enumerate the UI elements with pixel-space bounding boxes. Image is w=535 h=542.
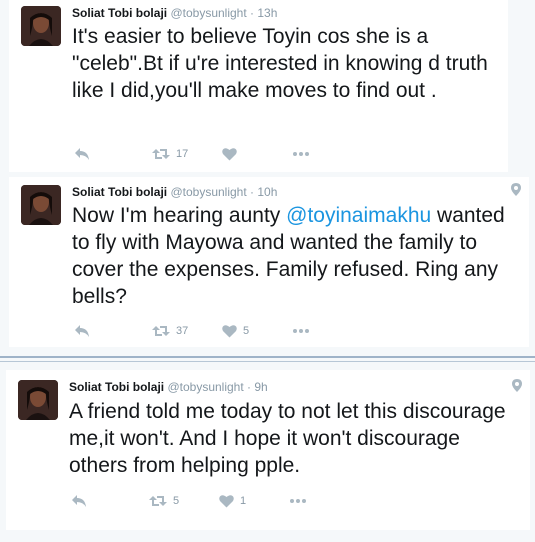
tweet-timestamp[interactable]: 9h xyxy=(254,380,267,394)
conversation-divider xyxy=(0,361,535,362)
like-button[interactable] xyxy=(222,146,237,162)
tweet[interactable]: Soliat Tobi bolaji @tobysunlight · 10h N… xyxy=(9,177,529,347)
avatar[interactable] xyxy=(21,6,61,46)
like-button[interactable]: 5 xyxy=(222,323,249,339)
more-icon xyxy=(293,152,309,156)
author-handle[interactable]: @tobysunlight xyxy=(170,185,246,199)
tweet-text: It's easier to believe Toyin cos she is … xyxy=(72,25,488,102)
more-icon xyxy=(293,329,309,333)
tweet-actions: 37 5 xyxy=(72,323,332,339)
tweet-timestamp[interactable]: 10h xyxy=(257,185,277,199)
reply-icon xyxy=(72,495,86,507)
like-count: 5 xyxy=(243,325,250,337)
tweet-header: Soliat Tobi bolaji @tobysunlight · 10h xyxy=(72,185,277,199)
more-button[interactable] xyxy=(293,146,309,162)
like-icon xyxy=(219,495,234,508)
time-separator: · xyxy=(246,185,258,199)
time-separator: · xyxy=(246,6,258,20)
tweet-text: Now I'm hearing aunty @toyinaimakhu want… xyxy=(72,202,519,310)
retweet-icon xyxy=(152,149,170,159)
time-separator: · xyxy=(243,380,255,394)
like-count: 1 xyxy=(240,495,247,507)
reply-button[interactable] xyxy=(74,323,90,339)
retweet-button[interactable]: 5 xyxy=(149,493,179,509)
tweet-actions: 17 xyxy=(72,146,332,162)
tweet[interactable]: Soliat Tobi bolaji @tobysunlight · 9h A … xyxy=(6,370,530,530)
author-handle[interactable]: @tobysunlight xyxy=(167,380,243,394)
like-icon xyxy=(222,325,237,338)
tweet-text-start: Now I'm hearing aunty xyxy=(72,204,287,227)
more-icon xyxy=(290,499,306,503)
conversation-divider xyxy=(0,356,535,358)
author-handle[interactable]: @tobysunlight xyxy=(170,6,246,20)
retweet-count: 17 xyxy=(176,148,189,160)
location-icon[interactable] xyxy=(512,379,522,392)
tweet-text: A friend told me today to not let this d… xyxy=(69,400,506,477)
retweet-icon xyxy=(152,326,170,336)
mention-link[interactable]: @toyinaimakhu xyxy=(286,204,431,227)
reply-button[interactable] xyxy=(71,493,87,509)
location-icon[interactable] xyxy=(511,183,521,196)
retweet-button[interactable]: 17 xyxy=(152,146,188,162)
author-name[interactable]: Soliat Tobi bolaji xyxy=(72,185,167,199)
retweet-count: 37 xyxy=(176,325,189,337)
like-icon xyxy=(222,148,237,161)
tweet-header: Soliat Tobi bolaji @tobysunlight · 9h xyxy=(69,380,268,394)
tweet-header: Soliat Tobi bolaji @tobysunlight · 13h xyxy=(72,6,277,20)
avatar[interactable] xyxy=(21,185,61,225)
author-name[interactable]: Soliat Tobi bolaji xyxy=(72,6,167,20)
retweet-count: 5 xyxy=(173,495,180,507)
tweet-timestamp[interactable]: 13h xyxy=(257,6,277,20)
tweet[interactable]: Soliat Tobi bolaji @tobysunlight · 13h I… xyxy=(9,0,508,172)
reply-icon xyxy=(75,148,89,160)
reply-button[interactable] xyxy=(74,146,90,162)
retweet-icon xyxy=(149,496,167,506)
more-button[interactable] xyxy=(290,493,306,509)
like-button[interactable]: 1 xyxy=(219,493,246,509)
more-button[interactable] xyxy=(293,323,309,339)
avatar[interactable] xyxy=(18,380,58,420)
author-name[interactable]: Soliat Tobi bolaji xyxy=(69,380,164,394)
retweet-button[interactable]: 37 xyxy=(152,323,188,339)
tweet-actions: 5 1 xyxy=(69,493,329,509)
reply-icon xyxy=(75,325,89,337)
